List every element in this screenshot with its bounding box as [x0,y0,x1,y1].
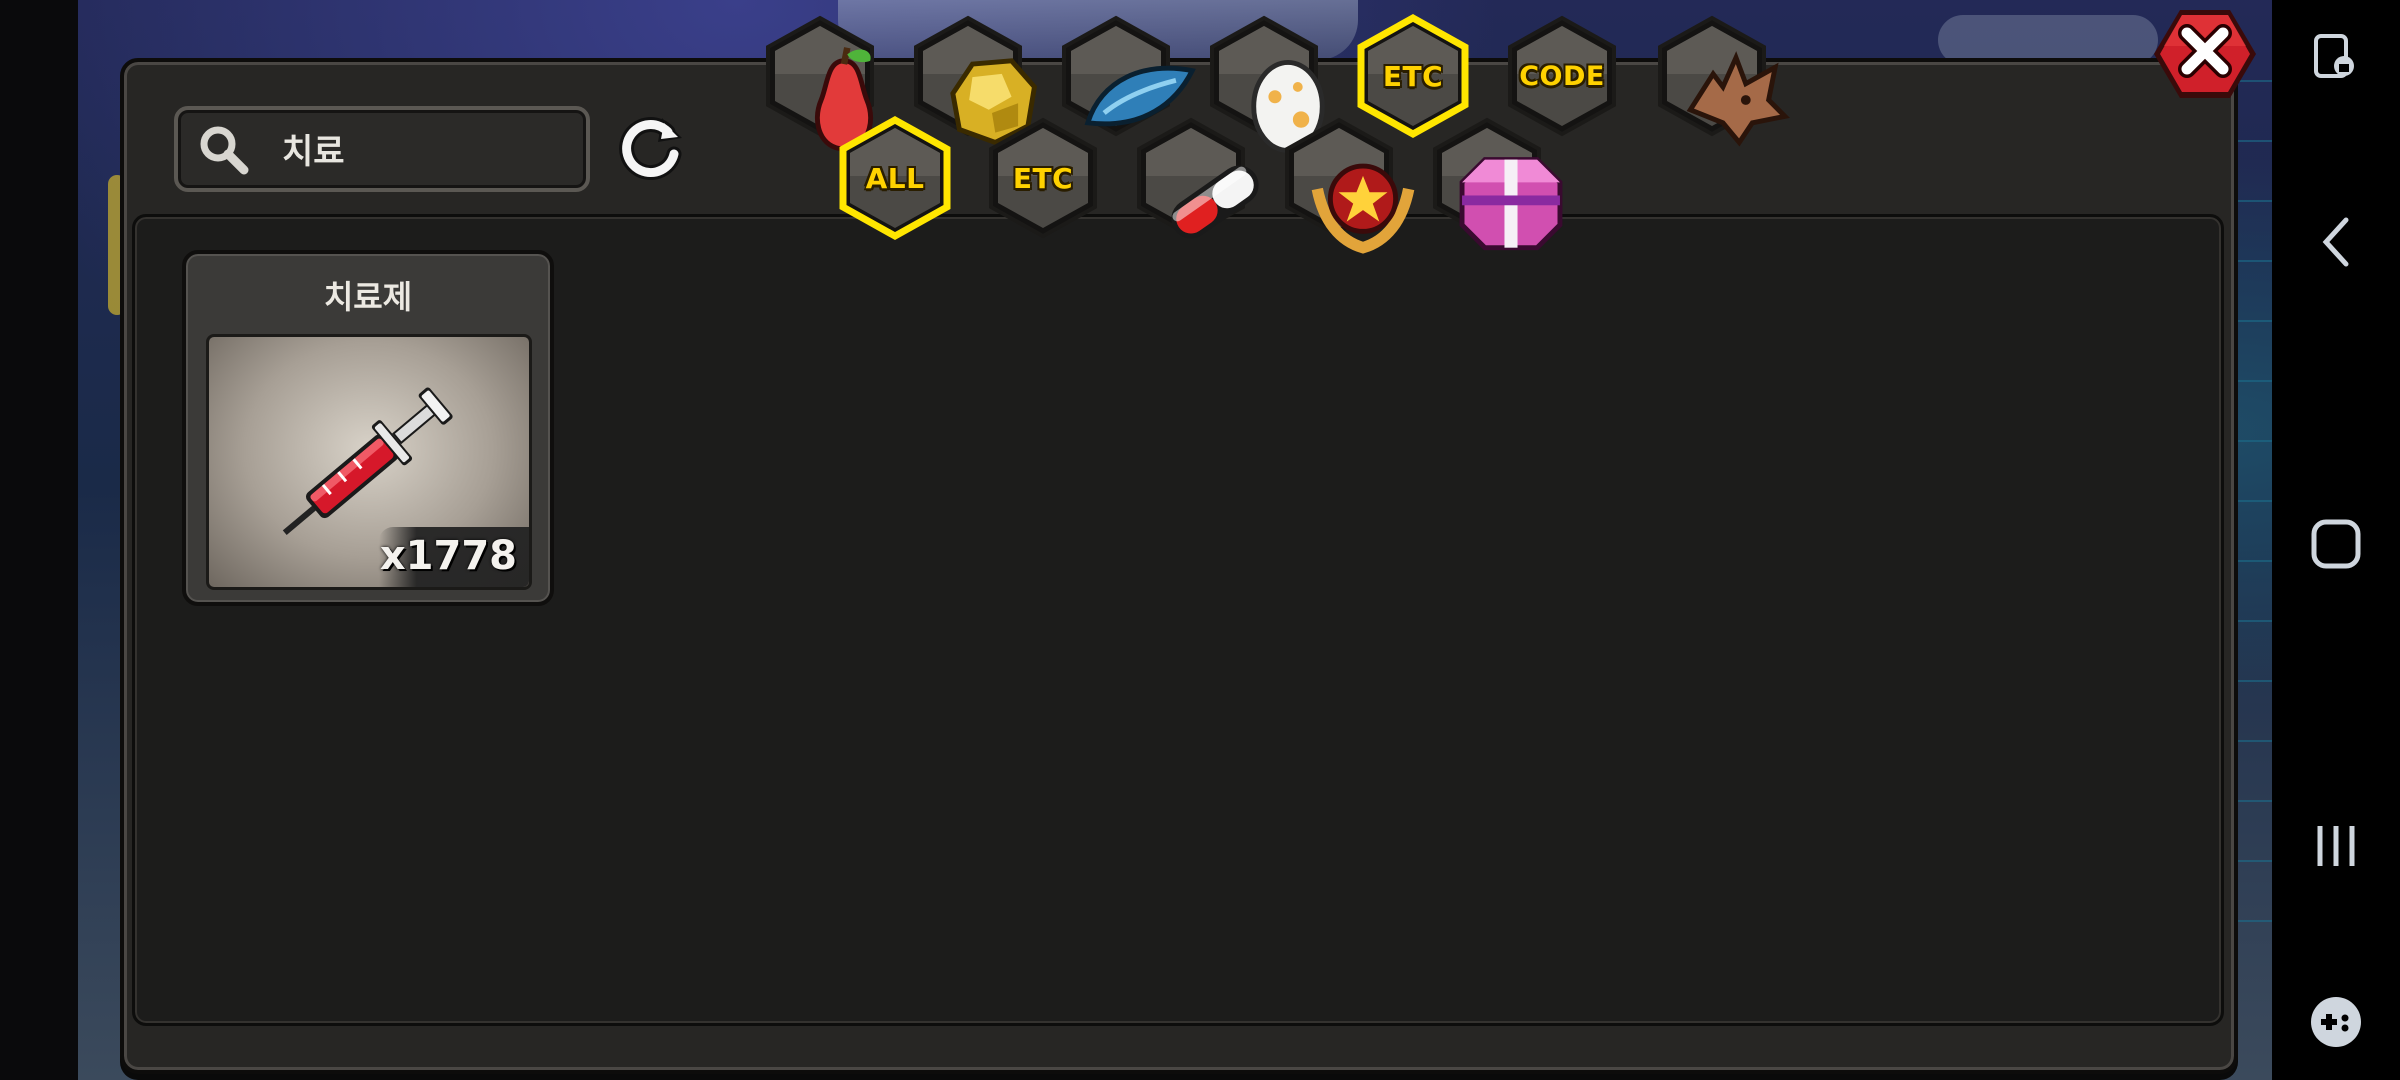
left-edge [0,0,78,1080]
item-image: x1778 [206,334,532,590]
home-icon [2311,519,2361,569]
item-name: 치료제 [323,278,413,316]
recents-icon [2317,826,2355,866]
game-tools-button[interactable] [2302,988,2370,1056]
close-button[interactable] [2150,6,2260,102]
star-medal-icon [1301,140,1415,254]
gift-box-icon [1449,140,1563,251]
system-nav-bar [2272,0,2400,1080]
close-icon [2154,10,2256,98]
subtab-etc-label: ETC [1012,161,1074,195]
gold-ore-icon [930,38,1038,146]
subtab-etc[interactable]: ETC [981,116,1105,240]
item-count: x1778 [379,533,517,579]
gamepad-icon [2311,997,2361,1047]
subtab-all-label: ALL [865,161,925,195]
touch-lock-icon [2314,34,2354,78]
egg-icon [1226,38,1325,154]
dragon-head-icon [1674,38,1790,147]
search-field[interactable]: 치료 [174,106,590,192]
refresh-icon [619,117,682,180]
subtab-medal[interactable] [1277,116,1415,254]
back-button[interactable] [2302,208,2370,276]
home-button[interactable] [2302,510,2370,578]
refresh-button[interactable] [614,112,690,182]
search-input[interactable]: 치료 [282,124,345,173]
subtab-capsule[interactable] [1129,116,1259,240]
subtab-gift[interactable] [1425,116,1563,251]
recents-button[interactable] [2302,812,2370,880]
capsule-icon [1153,140,1259,239]
tab-dragon[interactable] [1650,14,1790,147]
back-icon [2322,217,2349,267]
search-icon [200,126,249,175]
subtab-all[interactable]: ALL [833,116,957,240]
blue-scale-icon [1078,38,1196,127]
touch-lock-button[interactable] [2302,24,2370,92]
pear-icon [782,38,873,152]
item-card-healing[interactable]: 치료제 x1778 [182,250,554,606]
